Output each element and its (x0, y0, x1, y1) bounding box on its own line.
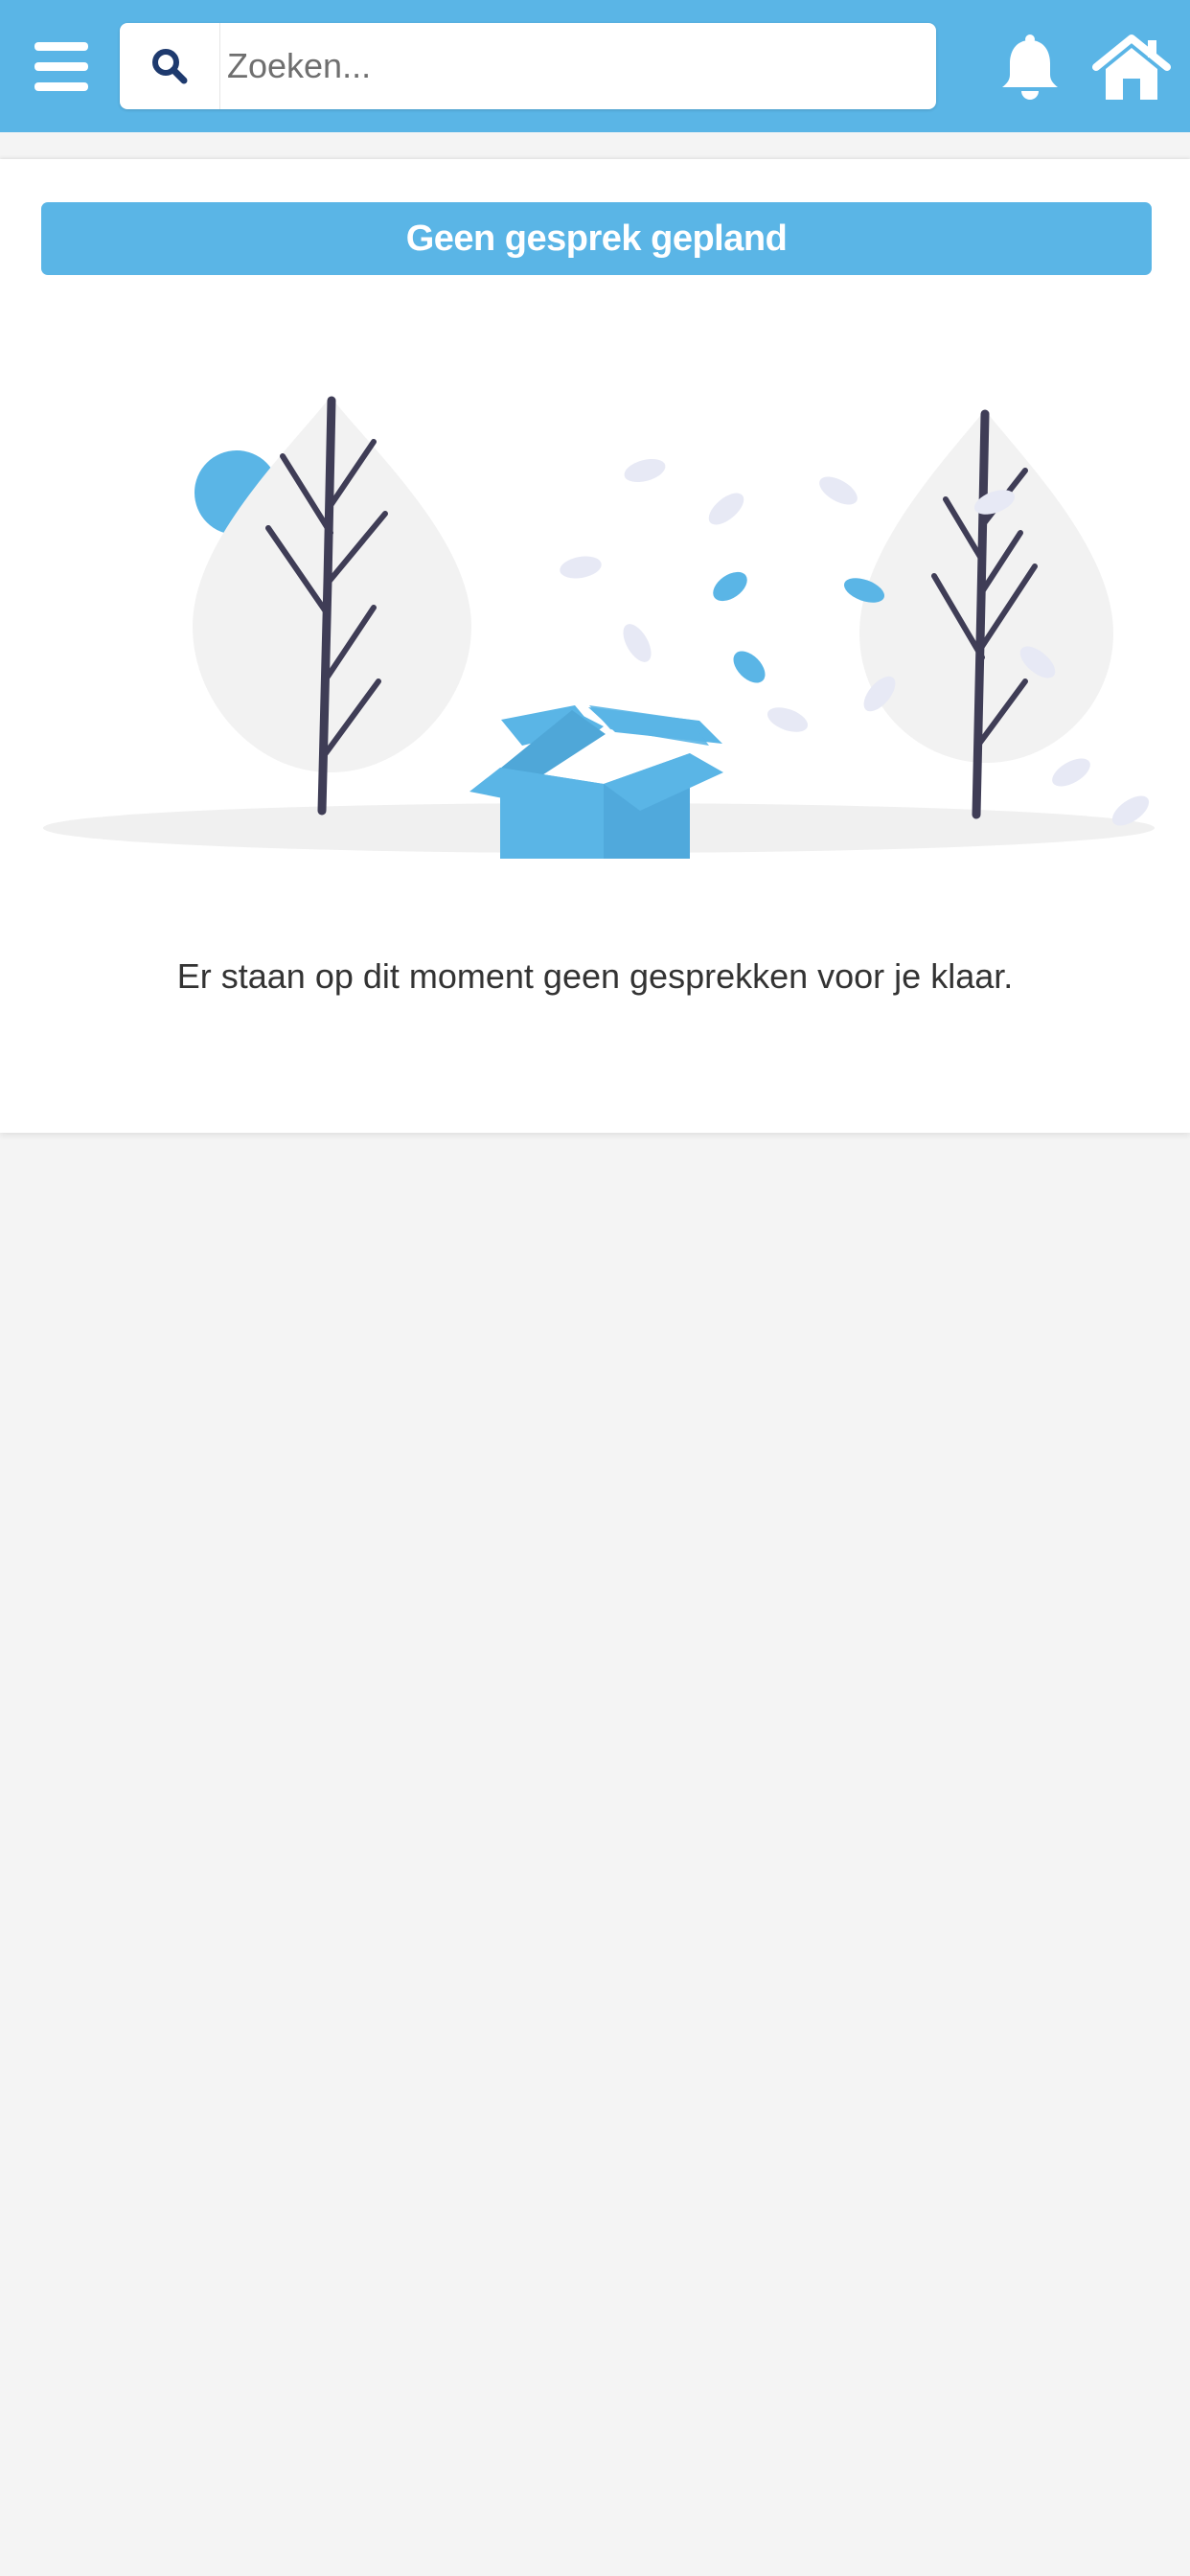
empty-state-illustration (43, 396, 1155, 859)
home-icon (1092, 34, 1171, 100)
search-input[interactable] (221, 23, 921, 109)
hamburger-menu-icon-line (34, 82, 88, 91)
home-button[interactable] (1092, 33, 1171, 102)
top-bar (0, 0, 1190, 132)
notifications-button[interactable] (996, 33, 1064, 102)
search-button[interactable] (120, 23, 220, 109)
open-box (469, 705, 723, 859)
conversation-card: Geen gesprek gepland Er staan op dit mom… (0, 159, 1190, 1133)
search-bar (120, 23, 936, 109)
no-conversation-banner: Geen gesprek gepland (41, 202, 1152, 275)
empty-state-message: Er staan op dit moment geen gesprekken v… (176, 956, 1014, 996)
hamburger-menu-icon (34, 42, 88, 51)
search-icon (152, 49, 188, 84)
menu-button[interactable] (29, 34, 96, 98)
hamburger-menu-icon-line (34, 62, 88, 71)
bell-icon (1002, 34, 1058, 100)
